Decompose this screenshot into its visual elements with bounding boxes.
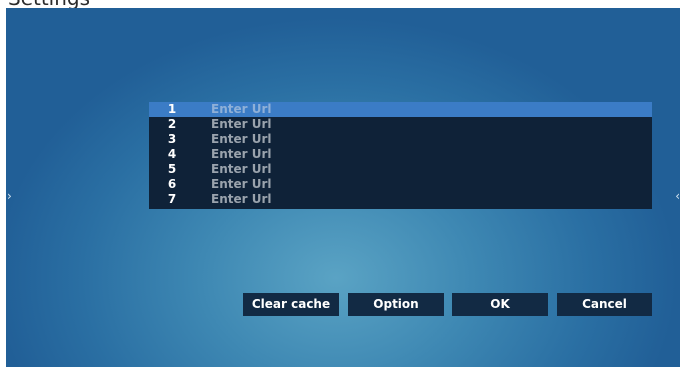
url-row-5[interactable]: 5 Enter Url <box>149 162 652 177</box>
url-input[interactable]: Enter Url <box>211 192 272 207</box>
url-row-number: 6 <box>167 177 177 191</box>
url-row-number: 1 <box>167 102 177 116</box>
page-header: Settings <box>0 0 680 8</box>
url-row-6[interactable]: 6 Enter Url <box>149 177 652 192</box>
url-row-number: 4 <box>167 147 177 161</box>
settings-screen: › ‹ 1 Enter Url 2 Enter Url 3 Enter Url … <box>6 8 680 367</box>
url-row-number: 3 <box>167 132 177 146</box>
cancel-button[interactable]: Cancel <box>557 293 652 316</box>
url-input[interactable]: Enter Url <box>211 102 272 117</box>
clear-cache-button[interactable]: Clear cache <box>243 293 339 316</box>
ok-button[interactable]: OK <box>452 293 548 316</box>
page-title: Settings <box>8 0 90 8</box>
url-input[interactable]: Enter Url <box>211 132 272 147</box>
url-input[interactable]: Enter Url <box>211 117 272 132</box>
url-row-number: 7 <box>167 192 177 206</box>
url-row-number: 2 <box>167 117 177 131</box>
url-input[interactable]: Enter Url <box>211 162 272 177</box>
url-row-7[interactable]: 7 Enter Url <box>149 192 652 207</box>
chevron-left-icon[interactable]: ‹ <box>675 190 680 202</box>
url-list: 1 Enter Url 2 Enter Url 3 Enter Url 4 En… <box>149 102 652 209</box>
url-row-1[interactable]: 1 Enter Url <box>149 102 652 117</box>
bottom-strip <box>0 367 680 375</box>
chevron-right-icon[interactable]: › <box>7 190 12 202</box>
url-row-3[interactable]: 3 Enter Url <box>149 132 652 147</box>
url-row-2[interactable]: 2 Enter Url <box>149 117 652 132</box>
url-input[interactable]: Enter Url <box>211 177 272 192</box>
url-row-number: 5 <box>167 162 177 176</box>
option-button[interactable]: Option <box>348 293 444 316</box>
url-row-4[interactable]: 4 Enter Url <box>149 147 652 162</box>
url-input[interactable]: Enter Url <box>211 147 272 162</box>
